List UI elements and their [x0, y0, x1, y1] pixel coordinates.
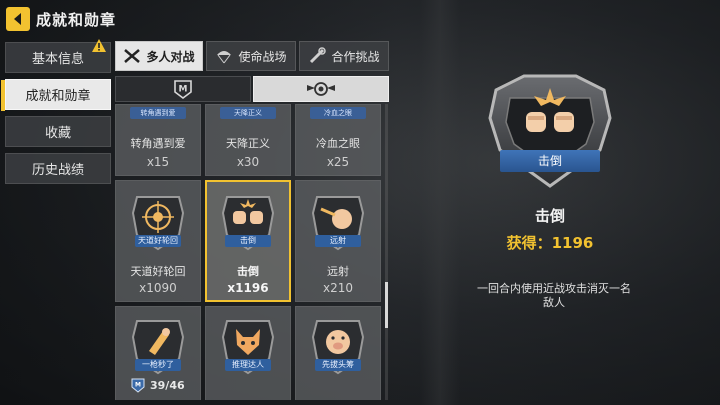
medal-badge: 远射: [309, 191, 367, 253]
medal-cell[interactable]: 天降正义 天降正义 x30: [205, 104, 291, 176]
medal-count: x210: [322, 281, 353, 295]
medal-cell[interactable]: 天道好轮回 天道好轮回 x1090: [115, 180, 201, 302]
scrollbar-thumb[interactable]: [385, 282, 388, 328]
sidebar-item-label: 基本信息: [31, 52, 84, 67]
medal-cell-selected[interactable]: 击倒 击倒 x1196: [205, 180, 291, 302]
progress-text: 39/46: [150, 378, 185, 392]
wings-emblem-icon: [307, 82, 335, 96]
medal-ribbon: 冷血之眼: [310, 107, 366, 119]
medal-cell[interactable]: 推理达人: [205, 306, 291, 400]
header: 成就和勋章: [6, 6, 116, 32]
sidebar-item-label: 成就和勋章: [25, 89, 91, 104]
sidebar-item-achievements[interactable]: 成就和勋章: [1, 79, 111, 111]
medal-progress: M 39/46: [130, 377, 185, 393]
medal-badge: 推理达人: [219, 315, 277, 377]
medal-cell[interactable]: 先拔头筹: [295, 306, 381, 400]
tab-multiplayer[interactable]: 多人对战: [115, 41, 203, 71]
medal-count: x30: [236, 155, 260, 169]
medal-ribbon: 先拔头筹: [315, 359, 361, 371]
medal-count-icon: M: [131, 378, 145, 393]
medal-count: x15: [146, 155, 170, 169]
back-button[interactable]: [6, 7, 30, 31]
tab-battle-royale[interactable]: 使命战场: [206, 41, 296, 71]
medal-cell[interactable]: 转角遇到爱 转角遇到爱 x15: [115, 104, 201, 176]
tab-label: 多人对战: [146, 49, 195, 64]
scrollbar-track[interactable]: [385, 104, 388, 400]
medal-name: 天降正义: [226, 137, 270, 150]
medal-count: x1196: [227, 281, 269, 295]
medal-ribbon: 一枪秒了: [135, 359, 181, 371]
selected-medal-description: 一回合内使用近战攻击消灭一名敌人: [477, 282, 631, 309]
selected-medal-ribbon: 击倒: [500, 150, 600, 172]
medal-name: 转角遇到爱: [130, 137, 186, 150]
tab-coop[interactable]: 合作挑战: [299, 41, 389, 71]
svg-text:M: M: [135, 382, 141, 389]
tab-label: 使命战场: [238, 49, 287, 64]
medal-badge: 先拔头筹: [309, 315, 367, 377]
sidebar-item-collection[interactable]: 收藏: [5, 116, 111, 147]
sidebar-item-history[interactable]: 历史战绩: [5, 153, 111, 184]
selected-medal-large-badge: [488, 74, 612, 188]
medal-cell[interactable]: 远射 远射 x210: [295, 180, 381, 302]
medal-name: 冷血之眼: [316, 137, 360, 150]
medal-badge: 一枪秒了: [129, 315, 187, 377]
medal-name: 击倒: [237, 265, 259, 278]
medal-name: 天道好轮回: [130, 265, 186, 278]
selected-medal-obtained: 获得：1196: [506, 234, 594, 252]
medal-count: x1090: [139, 281, 177, 295]
medal-count: x25: [326, 155, 350, 169]
back-arrow-icon: [14, 13, 21, 25]
tab-label: 合作挑战: [331, 49, 380, 64]
sidebar-item-label: 收藏: [44, 126, 71, 141]
medal-ribbon: 推理达人: [225, 359, 271, 371]
background-pillar: [420, 0, 460, 405]
medal-ribbon: 远射: [315, 235, 361, 247]
svg-text:M: M: [179, 85, 188, 95]
medal-name: 远射: [327, 265, 349, 278]
medal-ribbon: 天降正义: [220, 107, 276, 119]
m-emblem-icon: M: [174, 80, 192, 99]
crossed-guns-icon: [124, 49, 141, 63]
alert-icon: [92, 39, 106, 52]
medal-ribbon: 转角遇到爱: [130, 107, 186, 119]
medal-ribbon: 击倒: [225, 235, 271, 247]
subtab-m-medals[interactable]: M: [115, 76, 251, 102]
selected-medal-title: 击倒: [534, 207, 565, 225]
medal-badge: 天道好轮回: [129, 191, 187, 253]
medal-cell[interactable]: 冷血之眼 冷血之眼 x25: [295, 104, 381, 176]
page-title: 成就和勋章: [36, 10, 117, 29]
subtab-wing-medals[interactable]: [253, 76, 389, 102]
medal-badge: 击倒: [219, 191, 277, 253]
sidebar-item-label: 历史战绩: [31, 163, 84, 178]
hand-weapon-icon: [310, 47, 327, 64]
medal-grid: 转角遇到爱 转角遇到爱 x15 天降正义 天降正义 x30 冷血之眼 冷血之眼 …: [115, 104, 383, 400]
parachute-icon: [217, 51, 232, 64]
sidebar-item-basic-info[interactable]: 基本信息: [5, 39, 111, 73]
medal-ribbon: 天道好轮回: [135, 235, 181, 247]
